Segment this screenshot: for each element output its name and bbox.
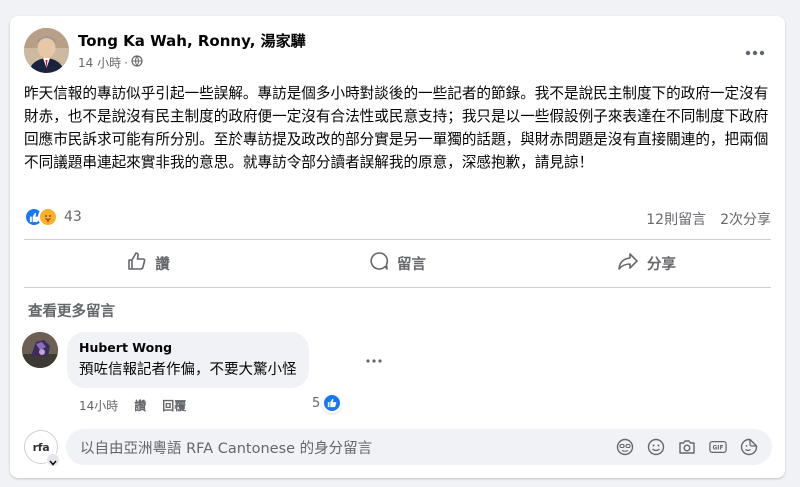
comment-time[interactable]: 14小時	[79, 397, 118, 414]
comment-input-placeholder: 以自由亞洲粵語 RFA Cantonese 的身分留言	[80, 440, 373, 457]
comment-input[interactable]: 以自由亞洲粵語 RFA Cantonese 的身分留言 GIF	[66, 429, 772, 465]
post-card: Tong Ka Wah, Ronny, 湯家驊 14 小時 · 昨天信報的專訪似…	[10, 16, 785, 478]
comment-button[interactable]: 留言	[273, 245, 522, 281]
post-time[interactable]: 14 小時	[78, 54, 121, 71]
divider	[24, 239, 771, 240]
rfa-logo: rfa	[32, 440, 50, 454]
commenter-avatar[interactable]	[22, 332, 58, 368]
care-icon	[38, 207, 58, 227]
svg-text:GIF: GIF	[713, 446, 724, 452]
comment-bubble: Hubert Wong 預咗信報記者作偏，不要大驚小怪	[67, 332, 309, 388]
reaction-summary[interactable]: 43	[24, 207, 82, 227]
emoji-icon[interactable]	[647, 438, 665, 456]
comment-like-button[interactable]: 讚	[134, 397, 146, 414]
post-meta: 14 小時 ·	[78, 54, 143, 71]
post-body: 昨天信報的專訪似乎引起一些誤解。專訪是個多小時對談後的一些記者的節錄。我不是說民…	[24, 85, 769, 171]
author-name[interactable]: Tong Ka Wah, Ronny, 湯家驊	[78, 30, 306, 51]
share-label: 分享	[647, 256, 676, 273]
identity-switcher-button[interactable]	[46, 453, 60, 467]
like-icon	[322, 393, 343, 413]
like-button[interactable]: 讚	[24, 245, 273, 281]
comment-bubble-icon	[369, 251, 389, 275]
more-dots-icon	[366, 348, 382, 367]
action-bar: 讚 留言 分享	[24, 245, 771, 281]
comment-count[interactable]: 12則留言	[646, 209, 706, 229]
commenter-name[interactable]: Hubert Wong	[79, 340, 297, 355]
view-more-comments-link[interactable]: 查看更多留言	[28, 300, 115, 321]
share-button[interactable]: 分享	[522, 245, 771, 281]
share-count[interactable]: 2次分享	[720, 209, 771, 229]
avatar-sticker-icon[interactable]	[616, 438, 634, 456]
comment-meta: 14小時 讚 回覆	[79, 397, 186, 414]
comment-label: 留言	[397, 256, 426, 273]
thumbs-up-icon	[127, 251, 147, 275]
chevron-down-icon	[49, 451, 57, 470]
gif-icon[interactable]: GIF	[709, 438, 727, 456]
post-options-button[interactable]	[741, 40, 769, 60]
sticker-icon[interactable]	[740, 438, 758, 456]
comment-reaction-summary[interactable]: 5	[312, 393, 343, 413]
reaction-count: 43	[64, 209, 82, 225]
more-dots-icon	[745, 41, 765, 60]
camera-icon[interactable]	[678, 438, 696, 456]
composer-tools: GIF	[616, 438, 772, 456]
comment-text: 預咗信報記者作偏，不要大驚小怪	[79, 362, 297, 378]
divider	[24, 287, 771, 288]
author-avatar[interactable]	[24, 28, 69, 73]
post-stats: 12則留言 2次分享	[646, 209, 771, 229]
comment-reaction-count: 5	[312, 395, 321, 411]
like-label: 讚	[155, 256, 170, 273]
comment-reply-button[interactable]: 回覆	[162, 397, 186, 414]
globe-icon	[131, 55, 143, 70]
share-arrow-icon	[617, 251, 639, 275]
comment-options-button[interactable]	[362, 350, 386, 364]
